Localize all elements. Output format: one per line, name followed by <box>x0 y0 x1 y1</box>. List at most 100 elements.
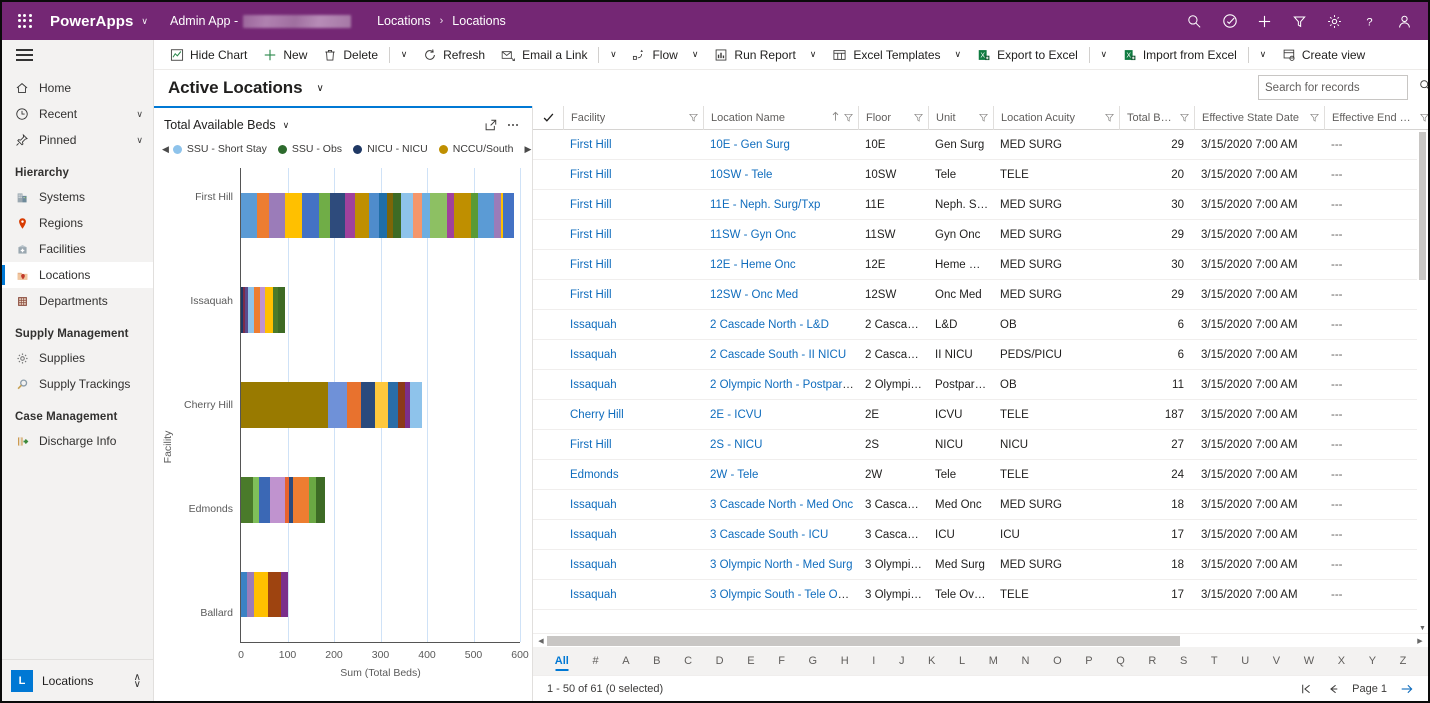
record-link[interactable]: Issaquah <box>570 589 617 601</box>
column-filter-icon[interactable] <box>1104 112 1115 123</box>
record-link[interactable]: Issaquah <box>570 499 617 511</box>
alpha-index-u[interactable]: U <box>1229 648 1261 674</box>
alpha-index-j[interactable]: J <box>887 648 916 674</box>
cell-location-name[interactable]: 3 Cascade South - ICU <box>703 529 858 541</box>
help-icon[interactable]: ? <box>1352 2 1387 40</box>
cell-facility[interactable]: Issaquah <box>563 499 703 511</box>
cell-facility[interactable]: First Hill <box>563 169 703 181</box>
chart-bar-segment[interactable] <box>368 192 379 239</box>
search-icon[interactable] <box>1177 2 1212 40</box>
record-link[interactable]: First Hill <box>570 439 612 451</box>
record-link[interactable]: 3 Olympic South - Tele Overfow <box>710 589 858 601</box>
record-link[interactable]: 3 Cascade South - ICU <box>710 529 828 541</box>
create-view-button[interactable]: Create view <box>1274 41 1373 69</box>
chart-bar-segment[interactable] <box>430 192 447 239</box>
cell-location-name[interactable]: 3 Olympic South - Tele Overfow <box>703 589 858 601</box>
table-row[interactable]: Edmonds 2W - Tele 2W Tele TELE 24 3/15/2020 7:… <box>533 460 1428 490</box>
record-link[interactable]: 2S - NICU <box>710 439 762 451</box>
column-filter-icon[interactable] <box>688 112 699 123</box>
alpha-index-all[interactable]: All <box>543 648 581 674</box>
column-header-total-beds[interactable]: Total Beds <box>1119 105 1194 130</box>
flow-button[interactable]: Flow ∨ <box>624 41 706 69</box>
refresh-button[interactable]: Refresh <box>415 41 493 69</box>
first-page-icon[interactable] <box>1300 683 1314 695</box>
run-report-button[interactable]: Run Report ∨ <box>706 41 824 69</box>
sort-ascending-icon[interactable] <box>831 111 840 125</box>
sidebar-item-supplies[interactable]: Supplies <box>2 345 153 371</box>
alpha-index-v[interactable]: V <box>1261 648 1292 674</box>
add-icon[interactable] <box>1247 2 1282 40</box>
column-header-location-acuity[interactable]: Location Acuity <box>993 105 1119 130</box>
scrollbar-thumb[interactable] <box>1419 132 1426 280</box>
chart-bar-segment[interactable] <box>316 477 325 523</box>
chart-bar-segment[interactable] <box>453 192 472 239</box>
export-to-excel-button[interactable]: X Export to Excel <box>969 41 1086 69</box>
cell-facility[interactable]: Issaquah <box>563 589 703 601</box>
alpha-index-b[interactable]: B <box>641 648 672 674</box>
alpha-index-y[interactable]: Y <box>1357 648 1388 674</box>
export-overflow-chevron-icon[interactable]: ∨ <box>1093 41 1115 69</box>
hscroll-track[interactable] <box>547 635 1414 646</box>
cell-facility[interactable]: Issaquah <box>563 559 703 571</box>
search-input[interactable] <box>1265 81 1419 94</box>
table-row[interactable]: First Hill 10E - Gen Surg 10E Gen Surg MED S… <box>533 130 1428 160</box>
chart-bar[interactable]: Edmonds <box>189 477 325 523</box>
record-link[interactable]: Issaquah <box>570 529 617 541</box>
table-row[interactable]: Issaquah 3 Cascade South - ICU 3 Cascade .… <box>533 520 1428 550</box>
table-row[interactable]: Issaquah 2 Cascade South - II NICU 2 Casca… <box>533 340 1428 370</box>
cell-location-name[interactable]: 2 Cascade South - II NICU <box>703 349 858 361</box>
record-link[interactable]: 3 Olympic North - Med Surg <box>710 559 853 571</box>
sidebar-item-recent[interactable]: Recent ∨ <box>2 101 153 127</box>
sidebar-item-facilities[interactable]: Facilities <box>2 236 153 262</box>
record-link[interactable]: Issaquah <box>570 379 617 391</box>
chart-bar-segment[interactable] <box>277 287 286 333</box>
record-link[interactable]: First Hill <box>570 289 612 301</box>
record-link[interactable]: Issaquah <box>570 559 617 571</box>
chart-bar-segment[interactable] <box>410 382 423 428</box>
cell-facility[interactable]: Issaquah <box>563 319 703 331</box>
chart-bar-segment[interactable] <box>422 192 430 239</box>
alpha-index-f[interactable]: F <box>766 648 796 674</box>
record-link[interactable]: 12E - Heme Onc <box>710 259 796 271</box>
cell-location-name[interactable]: 10E - Gen Surg <box>703 139 858 151</box>
chevron-down-icon[interactable]: ∨ <box>136 135 143 146</box>
alpha-index-z[interactable]: Z <box>1388 648 1418 674</box>
table-row[interactable]: First Hill 12SW - Onc Med 12SW Onc Med MED S… <box>533 280 1428 310</box>
cell-facility[interactable]: Issaquah <box>563 529 703 541</box>
table-row[interactable]: First Hill 11SW - Gyn Onc 11SW Gyn Onc MED S… <box>533 220 1428 250</box>
chart-bar[interactable]: First Hill <box>195 191 515 239</box>
sidebar-item-locations[interactable]: Locations <box>2 262 153 288</box>
chart-bar-segment[interactable] <box>375 382 388 428</box>
chart-bar-segment[interactable] <box>241 477 254 523</box>
breadcrumb-item-0[interactable]: Locations <box>377 14 431 28</box>
chevron-down-icon[interactable]: ∨ <box>136 109 143 120</box>
legend-next-arrow-icon[interactable]: ▶ <box>524 144 531 155</box>
chart-bar-segment[interactable] <box>329 192 346 239</box>
chart-bar-segment[interactable] <box>293 477 309 523</box>
chart-bar-segment[interactable] <box>361 382 376 428</box>
record-link[interactable]: Edmonds <box>570 469 619 481</box>
alpha-index-e[interactable]: E <box>735 648 766 674</box>
alpha-index-m[interactable]: M <box>977 648 1010 674</box>
hide-chart-button[interactable]: Hide Chart <box>162 41 255 69</box>
chart-bar-segment[interactable] <box>401 192 413 239</box>
alpha-index-s[interactable]: S <box>1168 648 1199 674</box>
cell-location-name[interactable]: 2 Cascade North - L&D <box>703 319 858 331</box>
chart-bar-segment[interactable] <box>268 192 286 239</box>
assistant-icon[interactable] <box>1212 2 1247 40</box>
previous-page-icon[interactable] <box>1326 683 1340 695</box>
record-link[interactable]: First Hill <box>570 229 612 241</box>
chart-bar-segment[interactable] <box>258 477 270 523</box>
chart-bar-segment[interactable] <box>386 192 394 239</box>
cell-facility[interactable]: Issaquah <box>563 379 703 391</box>
account-icon[interactable] <box>1387 2 1422 40</box>
chart-bar-segment[interactable] <box>246 571 255 618</box>
table-row[interactable]: First Hill 12E - Heme Onc 12E Heme Onc MED S… <box>533 250 1428 280</box>
import-from-excel-button[interactable]: X Import from Excel <box>1115 41 1245 69</box>
chart-bar-segment[interactable] <box>301 192 319 239</box>
cell-facility[interactable]: First Hill <box>563 199 703 211</box>
record-link[interactable]: Issaquah <box>570 319 617 331</box>
chart-bar-segment[interactable] <box>387 382 399 428</box>
table-row[interactable]: Cherry Hill 2E - ICVU 2E ICVU TELE 187 3/15/20… <box>533 400 1428 430</box>
record-link[interactable]: 11SW - Gyn Onc <box>710 229 796 241</box>
